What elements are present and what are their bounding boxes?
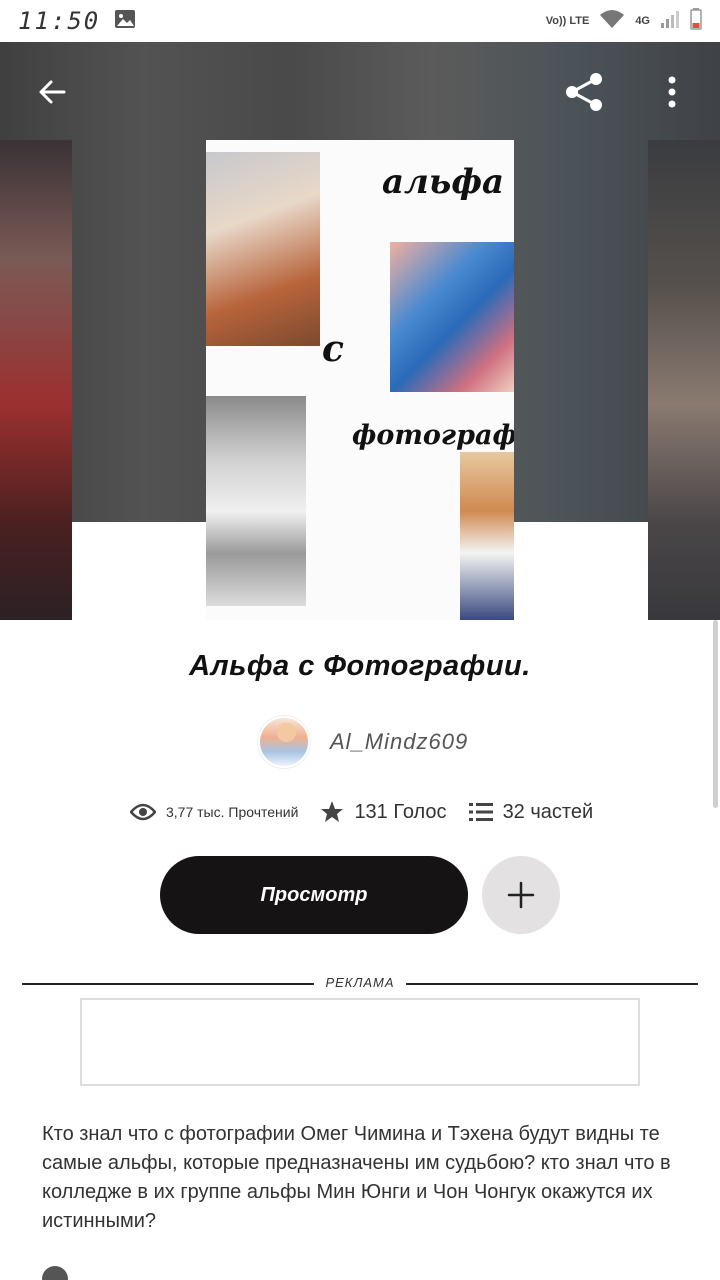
cover-photo-4 xyxy=(460,452,514,620)
status-time: 11:50 xyxy=(18,7,101,35)
read-button[interactable]: Просмотр xyxy=(160,856,468,934)
share-icon xyxy=(566,73,602,111)
cover-photo-2 xyxy=(390,242,514,392)
ad-banner[interactable] xyxy=(80,998,640,1086)
eye-icon xyxy=(130,803,156,821)
author-avatar xyxy=(258,716,310,768)
cover-text-2: с xyxy=(322,328,344,370)
plus-icon xyxy=(507,881,535,909)
votes-stat: 131 Голос xyxy=(320,800,447,824)
add-to-library-button[interactable] xyxy=(482,856,560,934)
ad-divider-right xyxy=(406,983,698,985)
reads-count: 3,77 тыс. Прочтений xyxy=(166,804,299,820)
cover-photo-1 xyxy=(206,152,320,346)
top-navigation xyxy=(0,42,720,142)
arrow-left-icon xyxy=(39,80,66,104)
story-description: Кто знал что с фотографии Омег Чимина и … xyxy=(42,1123,671,1232)
battery-icon xyxy=(690,7,702,35)
more-options-button[interactable] xyxy=(648,68,696,116)
network-type-label: 4G xyxy=(635,14,650,27)
status-bar: 11:50 Vo)) LTE 4G xyxy=(0,0,720,42)
author-link[interactable]: Al_Mindz609 xyxy=(258,716,468,768)
book-cover[interactable]: альфа с фотографии xyxy=(206,140,514,620)
ad-label: РЕКЛАМА xyxy=(325,975,395,990)
previous-cover-preview[interactable] xyxy=(0,140,72,620)
story-stats: 3,77 тыс. Прочтений 131 Голос 32 частей xyxy=(130,800,593,824)
back-button[interactable] xyxy=(28,68,76,116)
gallery-notification-icon xyxy=(114,9,136,34)
next-cover-preview[interactable] xyxy=(648,140,720,620)
signal-icon xyxy=(660,9,680,34)
cover-text-3: фотографии xyxy=(352,420,514,451)
votes-count: 131 Голос xyxy=(354,800,447,823)
reads-stat: 3,77 тыс. Прочтений xyxy=(130,803,298,821)
share-button[interactable] xyxy=(560,68,608,116)
parts-count: 32 частей xyxy=(502,800,594,823)
cover-photo-3 xyxy=(206,396,306,606)
list-icon xyxy=(468,803,493,821)
author-name: Al_Mindz609 xyxy=(330,729,469,754)
story-title: Альфа с Фотографии. xyxy=(189,650,531,682)
cover-text-1: альфа xyxy=(382,162,505,202)
tag-icon xyxy=(42,1266,68,1280)
tags-row xyxy=(42,1266,68,1280)
wifi-icon xyxy=(599,9,625,34)
parts-stat: 32 частей xyxy=(468,800,594,824)
star-icon xyxy=(321,801,344,822)
more-vertical-icon xyxy=(668,76,676,108)
ad-divider-left xyxy=(22,983,314,985)
volte-label: Vo)) LTE xyxy=(545,14,590,27)
scrollbar[interactable] xyxy=(713,620,718,808)
